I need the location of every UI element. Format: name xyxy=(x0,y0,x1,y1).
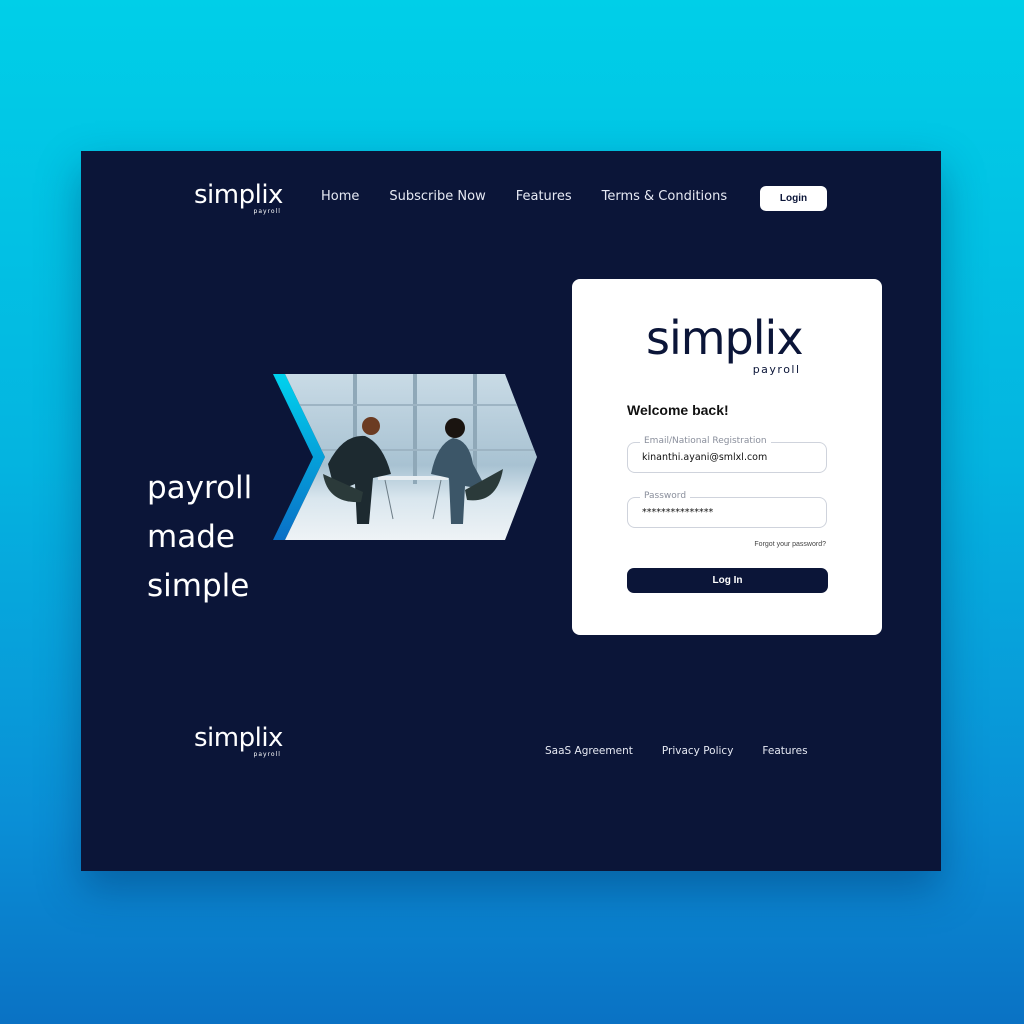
footer-links: SaaS Agreement Privacy Policy Features xyxy=(545,745,837,757)
footer-link-privacy-policy[interactable]: Privacy Policy xyxy=(662,745,734,757)
footer-logo[interactable]: simplix payroll xyxy=(194,723,283,758)
tagline-line: made xyxy=(147,519,235,555)
email-input[interactable] xyxy=(642,452,812,463)
table xyxy=(378,476,448,480)
logo-wordmark: simplix xyxy=(646,311,804,365)
logo-wordmark: simplix xyxy=(194,723,283,753)
footer-link-features[interactable]: Features xyxy=(762,745,807,757)
log-in-button[interactable]: Log In xyxy=(627,568,828,593)
nav-features[interactable]: Features xyxy=(516,189,572,204)
login-card: simplix payroll Welcome back! Email/Nati… xyxy=(572,279,882,635)
tagline-line: payroll xyxy=(147,470,253,506)
tagline-line: simple xyxy=(147,568,250,604)
header-login-button[interactable]: Login xyxy=(760,186,827,211)
email-label: Email/National Registration xyxy=(640,436,771,446)
nav-terms-conditions[interactable]: Terms & Conditions xyxy=(602,189,728,204)
header-logo[interactable]: simplix payroll xyxy=(194,180,283,215)
nav-home[interactable]: Home xyxy=(321,189,359,204)
photo-background xyxy=(285,374,537,540)
logo-wordmark: simplix xyxy=(194,180,283,210)
password-input[interactable] xyxy=(642,507,812,518)
password-label: Password xyxy=(640,491,691,501)
hero-image xyxy=(273,374,537,540)
footer-link-saas-agreement[interactable]: SaaS Agreement xyxy=(545,745,633,757)
hero-tagline: payroll made simple xyxy=(147,464,252,611)
card-logo: simplix payroll xyxy=(646,311,804,375)
main-nav: Home Subscribe Now Features Terms & Cond… xyxy=(321,189,757,204)
logo-subtitle: payroll xyxy=(253,208,281,215)
password-field[interactable]: Password xyxy=(627,491,827,528)
logo-subtitle: payroll xyxy=(253,751,281,758)
landing-page: simplix payroll Home Subscribe Now Featu… xyxy=(81,151,941,871)
welcome-heading: Welcome back! xyxy=(627,402,729,418)
nav-subscribe-now[interactable]: Subscribe Now xyxy=(389,189,485,204)
email-field[interactable]: Email/National Registration xyxy=(627,436,827,473)
forgot-password-link[interactable]: Forgot your password? xyxy=(754,541,826,548)
logo-subtitle: payroll xyxy=(752,363,801,376)
